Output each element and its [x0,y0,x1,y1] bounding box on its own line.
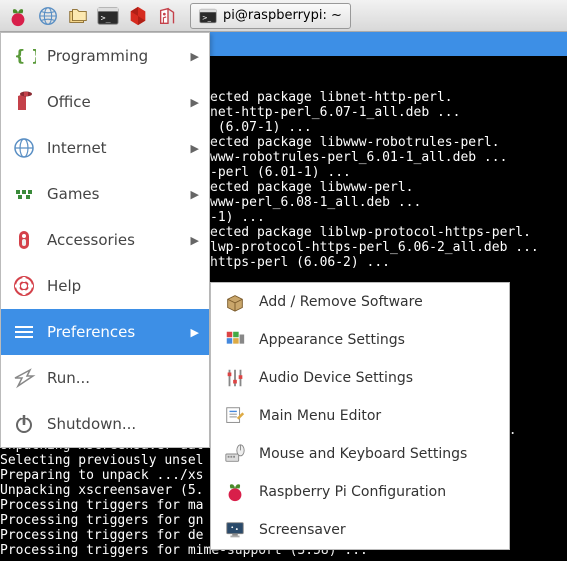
terminal-icon[interactable]: >_ [94,2,122,30]
sub-item-mouse-keyboard[interactable]: Mouse and Keyboard Settings [211,435,509,473]
package-icon [223,290,247,314]
sub-item-audio[interactable]: Audio Device Settings [211,359,509,397]
sub-label: Main Menu Editor [259,408,381,424]
sub-label: Raspberry Pi Configuration [259,484,446,500]
menu-label: Shutdown... [47,415,199,433]
menu-item-help[interactable]: Help [1,263,209,309]
accessories-icon [11,227,37,253]
taskbar-window-button[interactable]: >_ pi@raspberrypi: ~ [190,3,351,29]
games-icon [11,181,37,207]
menu-item-shutdown[interactable]: Shutdown... [1,401,209,447]
screensaver-icon [223,518,247,542]
audio-sliders-icon [223,366,247,390]
appearance-icon [223,328,247,352]
help-icon [11,273,37,299]
menu-label: Games [47,185,191,203]
chevron-right-icon: ▶ [191,142,199,155]
sub-label: Mouse and Keyboard Settings [259,446,467,462]
svg-text:{ }: { } [14,46,36,65]
sub-label: Audio Device Settings [259,370,413,386]
internet-icon [11,135,37,161]
menu-item-programming[interactable]: { } Programming ▶ [1,33,209,79]
menu-item-office[interactable]: Office ▶ [1,79,209,125]
programming-icon: { } [11,43,37,69]
wolfram-icon[interactable] [154,2,182,30]
mathematica-icon[interactable] [124,2,152,30]
menu-item-internet[interactable]: Internet ▶ [1,125,209,171]
menu-item-games[interactable]: Games ▶ [1,171,209,217]
menu-editor-icon [223,404,247,428]
start-menu-icon[interactable] [4,2,32,30]
sub-label: Appearance Settings [259,332,405,348]
menu-item-run[interactable]: Run... [1,355,209,401]
preferences-icon [11,319,37,345]
file-manager-icon[interactable] [64,2,92,30]
office-icon [11,89,37,115]
taskbar: >_ >_ pi@raspberrypi: ~ [0,0,567,32]
menu-item-preferences[interactable]: Preferences ▶ [1,309,209,355]
chevron-right-icon: ▶ [191,234,199,247]
raspberry-icon [223,480,247,504]
svg-text:>_: >_ [202,13,212,21]
terminal-output-top: ected package libnet-http-perl. net-http… [210,90,567,270]
menu-label: Preferences [47,323,191,341]
preferences-submenu: Add / Remove Software Appearance Setting… [210,282,510,550]
start-menu: { } Programming ▶ Office ▶ Internet ▶ Ga… [0,32,210,448]
chevron-right-icon: ▶ [191,96,199,109]
svg-text:>_: >_ [101,12,111,22]
run-icon [11,365,37,391]
menu-item-accessories[interactable]: Accessories ▶ [1,217,209,263]
mouse-keyboard-icon [223,442,247,466]
menu-label: Accessories [47,231,191,249]
menu-label: Run... [47,369,199,387]
menu-label: Help [47,277,199,295]
sub-item-main-menu-editor[interactable]: Main Menu Editor [211,397,509,435]
chevron-right-icon: ▶ [191,326,199,339]
chevron-right-icon: ▶ [191,188,199,201]
menu-label: Programming [47,47,191,65]
sub-item-add-remove-software[interactable]: Add / Remove Software [211,283,509,321]
menu-label: Internet [47,139,191,157]
sub-item-appearance[interactable]: Appearance Settings [211,321,509,359]
sub-item-screensaver[interactable]: Screensaver [211,511,509,549]
web-browser-icon[interactable] [34,2,62,30]
sub-label: Screensaver [259,522,346,538]
sub-label: Add / Remove Software [259,294,423,310]
terminal-icon: >_ [199,8,217,24]
menu-label: Office [47,93,191,111]
chevron-right-icon: ▶ [191,50,199,63]
taskbar-window-title: pi@raspberrypi: ~ [223,8,342,23]
sub-item-raspberry-config[interactable]: Raspberry Pi Configuration [211,473,509,511]
shutdown-icon [11,411,37,437]
